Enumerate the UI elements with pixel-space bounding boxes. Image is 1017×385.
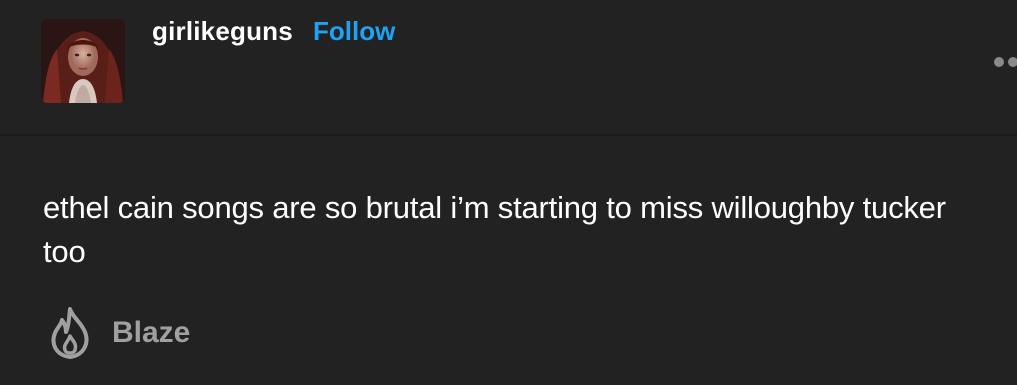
- flame-icon: [51, 307, 89, 359]
- avatar[interactable]: [41, 19, 125, 103]
- follow-button[interactable]: Follow: [313, 16, 395, 46]
- blaze-button[interactable]: Blaze: [47, 306, 190, 360]
- author-username[interactable]: girlikeguns: [152, 16, 293, 46]
- post-text: ethel cain songs are so brutal i’m start…: [43, 190, 946, 269]
- avatar-photo-icon: [41, 19, 125, 103]
- post-header: girlikeguns Follow: [0, 0, 1017, 136]
- post-card: girlikeguns Follow ethel cain songs are …: [0, 0, 1017, 385]
- more-dots-icon[interactable]: [994, 56, 1017, 68]
- blaze-label: Blaze: [112, 316, 191, 349]
